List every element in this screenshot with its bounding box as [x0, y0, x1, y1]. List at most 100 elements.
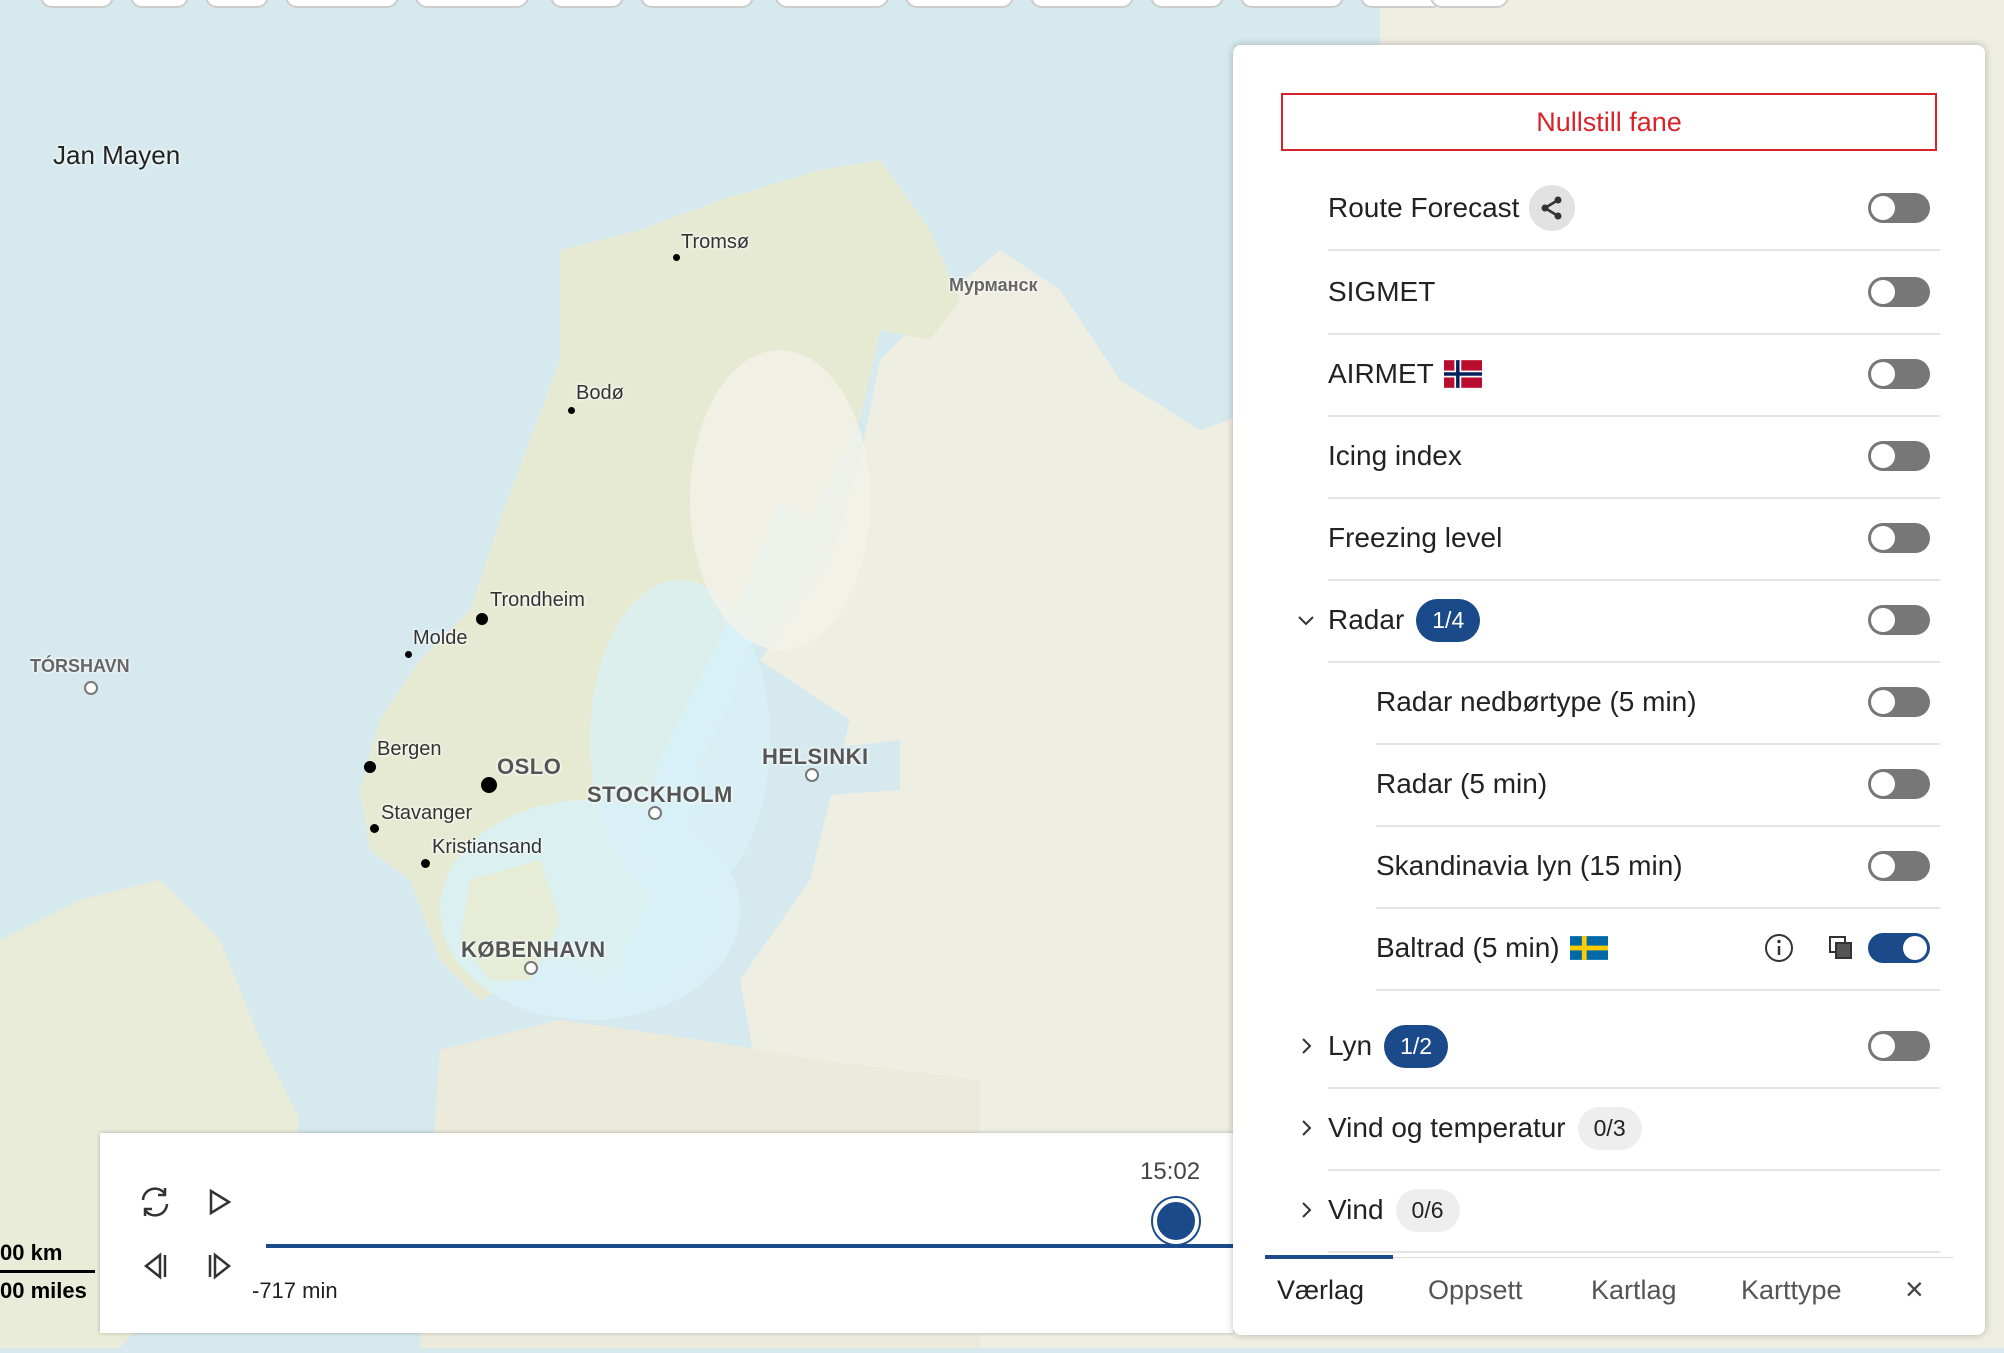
reset-tab-button[interactable]: Nullstill fane: [1281, 93, 1937, 151]
share-icon: [1541, 196, 1562, 220]
chevron-right-icon[interactable]: [1296, 1005, 1316, 1087]
count-badge: 0/3: [1577, 1106, 1642, 1150]
layer-row-icing[interactable]: Icing index: [1328, 415, 1940, 499]
chevron-right-icon[interactable]: [1296, 1087, 1316, 1169]
timeline-offset: -717 min: [252, 1278, 338, 1303]
panel-tabs: Værlag Oppsett Kartlag Karttype ×: [1265, 1255, 1953, 1335]
sweden-flag-icon: [1569, 936, 1608, 960]
toolbar-stub[interactable]: [640, 0, 754, 8]
toggle-freezing[interactable]: [1868, 523, 1930, 553]
info-icon[interactable]: [1764, 933, 1794, 968]
scale-bar: [0, 1270, 95, 1273]
label-stockholm: STOCKHOLM: [587, 782, 733, 807]
layer-row-lyn[interactable]: Lyn 1/2: [1302, 1005, 1940, 1089]
loop-button[interactable]: [135, 1182, 175, 1222]
label-helsinki: HELSINKI: [762, 744, 869, 769]
step-forward-button[interactable]: [200, 1246, 240, 1286]
toolbar-stub[interactable]: [40, 0, 114, 8]
toggle-radar[interactable]: [1868, 605, 1930, 635]
toolbar-stub[interactable]: [1030, 0, 1134, 8]
timeline-track[interactable]: [266, 1244, 1233, 1248]
toolbar-stub[interactable]: [550, 0, 624, 8]
layer-label: Route Forecast: [1328, 167, 1576, 249]
city-marker: [476, 613, 488, 625]
close-icon[interactable]: ×: [1905, 1271, 1924, 1308]
layer-row-sigmet[interactable]: SIGMET: [1328, 251, 1940, 335]
tab-karttype[interactable]: Karttype: [1741, 1275, 1842, 1306]
toggle-radar-nedbor[interactable]: [1868, 687, 1930, 717]
toolbar-stub[interactable]: [1430, 0, 1509, 8]
norway-flag-icon: [1443, 360, 1482, 388]
tab-kartlag[interactable]: Kartlag: [1591, 1275, 1677, 1306]
layer-row-freezing[interactable]: Freezing level: [1328, 497, 1940, 581]
label-kobenhavn: KØBENHAVN: [461, 937, 606, 962]
layer-row-airmet[interactable]: AIRMET: [1328, 333, 1940, 417]
label-jan-mayen: Jan Mayen: [53, 140, 181, 170]
label-oslo: OSLO: [497, 754, 562, 779]
layer-row-vind-temp[interactable]: Vind og temperatur 0/3: [1302, 1087, 1940, 1171]
layer-row-baltrad[interactable]: Baltrad (5 min): [1376, 907, 1940, 991]
timeline-handle[interactable]: [1153, 1198, 1199, 1244]
toggle-radar-5[interactable]: [1868, 769, 1930, 799]
toolbar-stub[interactable]: [285, 0, 399, 8]
layer-row-radar-5[interactable]: Radar (5 min): [1376, 743, 1940, 827]
count-badge: 0/6: [1395, 1188, 1460, 1232]
label-kristiansand: Kristiansand: [432, 836, 543, 858]
city-marker: [405, 651, 412, 658]
scale-miles: 00 miles: [0, 1278, 87, 1303]
label-bergen: Bergen: [377, 738, 442, 760]
city-marker: [648, 806, 662, 820]
toggle-sigmet[interactable]: [1868, 277, 1930, 307]
label-tromso: Tromsø: [681, 231, 750, 253]
label-murmansk: Мурманск: [949, 275, 1038, 295]
toolbar-stub[interactable]: [905, 0, 1014, 8]
layer-label: AIRMET: [1328, 333, 1482, 415]
city-marker: [421, 859, 430, 868]
layer-label: Vind og temperatur 0/3: [1328, 1087, 1642, 1169]
toolbar-stub[interactable]: [415, 0, 529, 8]
layer-label: Lyn 1/2: [1328, 1005, 1449, 1087]
toggle-lyn[interactable]: [1868, 1031, 1930, 1061]
toolbar-stub[interactable]: [1240, 0, 1344, 8]
label-stavanger: Stavanger: [381, 802, 473, 824]
tab-oppsett[interactable]: Oppsett: [1428, 1275, 1523, 1306]
chevron-down-icon[interactable]: [1296, 579, 1316, 661]
layer-row-route-forecast[interactable]: Route Forecast: [1328, 167, 1940, 251]
layer-name: Lyn: [1328, 1030, 1373, 1061]
layer-name: Radar nedbørtype (5 min): [1376, 686, 1697, 717]
toggle-airmet[interactable]: [1868, 359, 1930, 389]
layer-name: SIGMET: [1328, 276, 1436, 307]
toggle-skandinavia[interactable]: [1868, 851, 1930, 881]
layer-name: Vind og temperatur: [1328, 1112, 1566, 1143]
toggle-icing[interactable]: [1868, 441, 1930, 471]
layer-name: Icing index: [1328, 440, 1462, 471]
city-marker: [805, 768, 819, 782]
layer-name: Vind: [1328, 1194, 1384, 1225]
layer-row-radar-nedbor[interactable]: Radar nedbørtype (5 min): [1376, 661, 1940, 745]
toolbar-stub[interactable]: [130, 0, 189, 8]
step-back-icon: [143, 1252, 167, 1280]
toggle-route-forecast[interactable]: [1868, 193, 1930, 223]
layer-row-skandinavia[interactable]: Skandinavia lyn (15 min): [1376, 825, 1940, 909]
refresh-icon: [141, 1187, 169, 1217]
city-marker: [364, 761, 376, 773]
layer-label: Baltrad (5 min): [1376, 907, 1608, 989]
city-marker: [370, 824, 379, 833]
share-button[interactable]: [1529, 185, 1576, 231]
chevron-right-icon[interactable]: [1296, 1169, 1316, 1251]
label-molde: Molde: [413, 627, 468, 649]
toolbar-stub[interactable]: [205, 0, 269, 8]
play-button[interactable]: [200, 1182, 240, 1222]
layer-row-radar[interactable]: Radar 1/4: [1298, 579, 1940, 663]
layer-name: Radar: [1328, 604, 1405, 635]
layers-icon[interactable]: [1826, 933, 1856, 968]
toolbar-stub[interactable]: [1150, 0, 1224, 8]
step-back-button[interactable]: [135, 1246, 175, 1286]
layer-row-vind[interactable]: Vind 0/6: [1302, 1169, 1940, 1253]
layer-name: Skandinavia lyn (15 min): [1376, 850, 1683, 881]
label-torshavn: TÓRSHAVN: [30, 656, 130, 676]
layer-name: Freezing level: [1328, 522, 1503, 553]
toggle-baltrad[interactable]: [1868, 933, 1930, 963]
toolbar-stub[interactable]: [775, 0, 889, 8]
tab-vaerlag[interactable]: Værlag: [1277, 1275, 1364, 1306]
